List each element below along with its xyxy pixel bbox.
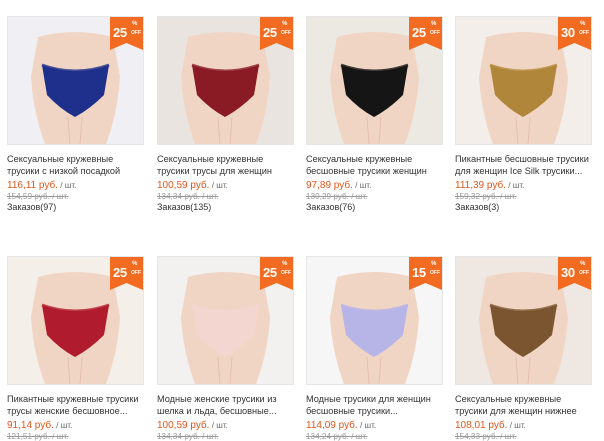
product-card[interactable]: 15 % OFF Модные трусики для женщин бесшо… [306,256,443,441]
discount-off: OFF [281,270,291,276]
discount-value: 25 [412,25,426,40]
discount-off: OFF [131,30,141,36]
product-old-price: 121,51 руб. / шт. [7,432,69,441]
discount-value: 25 [263,25,277,40]
price-unit: / шт. [352,181,372,190]
price-unit: / шт. [57,181,77,190]
product-old-price: 154,33 руб. / шт. [455,432,517,441]
price-unit: / шт. [357,421,377,430]
product-price: 100,59 руб. / шт. [157,420,228,431]
discount-badge: 15 % OFF [409,257,442,290]
product-price: 91,14 руб. / шт. [7,420,73,431]
product-orders: Заказов(97) [7,202,57,212]
discount-percent: % [580,21,586,27]
discount-off: OFF [281,30,291,36]
product-image[interactable]: 25 % OFF [157,256,294,385]
product-old-price: 130,29 руб. / шт. [306,192,368,201]
product-price: 100,59 руб. / шт. [157,180,228,191]
product-old-price: 154,59 руб. / шт. [7,192,69,201]
old-price-unit: / шт. [348,432,368,441]
product-orders: Заказов(135) [157,202,212,212]
discount-off: OFF [131,270,141,276]
product-old-price: 134,34 руб. / шт. [157,432,219,441]
product-image[interactable]: 25 % OFF [7,16,144,145]
product-price: 116,11 руб. / шт. [7,180,77,191]
old-price-unit: / шт. [497,432,517,441]
product-orders: Заказов(76) [306,202,356,212]
discount-off: OFF [430,30,440,36]
discount-badge: 25 % OFF [110,17,143,50]
discount-badge: 25 % OFF [260,17,293,50]
product-image[interactable]: 25 % OFF [7,256,144,385]
old-price-unit: / шт. [199,192,219,201]
discount-badge: 25 % OFF [260,257,293,290]
product-card[interactable]: 25 % OFF Сексуальные кружевные трусики т… [157,16,294,212]
product-card[interactable]: 30 % OFF Сексуальные кружевные трусики д… [455,256,592,441]
product-title[interactable]: Сексуальные кружевные трусики для женщин… [455,394,592,417]
product-image[interactable]: 25 % OFF [306,16,443,145]
discount-off: OFF [579,270,589,276]
old-price-unit: / шт. [348,192,368,201]
product-title[interactable]: Модные трусики для женщин бесшовные трус… [306,394,443,417]
discount-off: OFF [430,270,440,276]
discount-percent: % [132,21,138,27]
product-title[interactable]: Сексуальные кружевные трусики с низкой п… [7,154,144,177]
discount-badge: 25 % OFF [110,257,143,290]
product-title[interactable]: Сексуальные кружевные бесшовные трусики … [306,154,443,177]
price-unit: / шт. [53,421,73,430]
discount-value: 30 [561,265,575,280]
product-card[interactable]: 25 % OFF Модные женские трусики из шелка… [157,256,294,441]
product-orders: Заказов(3) [455,202,500,212]
price-unit: / шт. [507,421,526,430]
discount-off: OFF [579,30,589,36]
discount-percent: % [431,261,437,267]
discount-percent: % [282,21,288,27]
discount-value: 25 [263,265,277,280]
price-unit: / шт. [505,181,525,190]
discount-percent: % [580,261,586,267]
discount-value: 30 [561,25,575,40]
product-image[interactable]: 30 % OFF [455,256,592,385]
product-card[interactable]: 25 % OFF Сексуальные кружевные трусики с… [7,16,144,212]
product-price: 111,39 руб. / шт. [455,180,525,191]
product-price: 114,09 руб. / шт. [306,420,377,431]
product-title[interactable]: Пикантные кружевные трусики трусы женски… [7,394,144,417]
product-title[interactable]: Пикантные бесшовные трусики для женщин I… [455,154,592,177]
old-price-unit: / шт. [199,432,219,441]
product-image[interactable]: 30 % OFF [455,16,592,145]
product-image[interactable]: 25 % OFF [157,16,294,145]
discount-badge: 30 % OFF [558,257,591,290]
product-card[interactable]: 25 % OFF Пикантные кружевные трусики тру… [7,256,144,441]
discount-badge: 25 % OFF [409,17,442,50]
discount-value: 25 [113,265,127,280]
old-price-unit: / шт. [497,192,517,201]
price-unit: / шт. [209,421,228,430]
product-image[interactable]: 15 % OFF [306,256,443,385]
product-old-price: 134,34 руб. / шт. [157,192,219,201]
discount-badge: 30 % OFF [558,17,591,50]
discount-value: 15 [412,265,426,280]
product-old-price: 134,24 руб. / шт. [306,432,368,441]
product-price: 108,01 руб. / шт. [455,420,526,431]
product-card[interactable]: 30 % OFF Пикантные бесшовные трусики для… [455,16,592,212]
product-title[interactable]: Сексуальные кружевные трусики трусы для … [157,154,294,177]
old-price-unit: / шт. [49,432,69,441]
product-old-price: 159,32 руб. / шт. [455,192,517,201]
discount-percent: % [282,261,288,267]
product-price: 97,89 руб. / шт. [306,180,372,191]
old-price-unit: / шт. [49,192,69,201]
discount-value: 25 [113,25,127,40]
discount-percent: % [132,261,138,267]
product-title[interactable]: Модные женские трусики из шелка и льда, … [157,394,294,417]
discount-percent: % [431,21,437,27]
product-grid: 25 % OFF Сексуальные кружевные трусики с… [0,0,604,441]
product-card[interactable]: 25 % OFF Сексуальные кружевные бесшовные… [306,16,443,212]
price-unit: / шт. [209,181,228,190]
